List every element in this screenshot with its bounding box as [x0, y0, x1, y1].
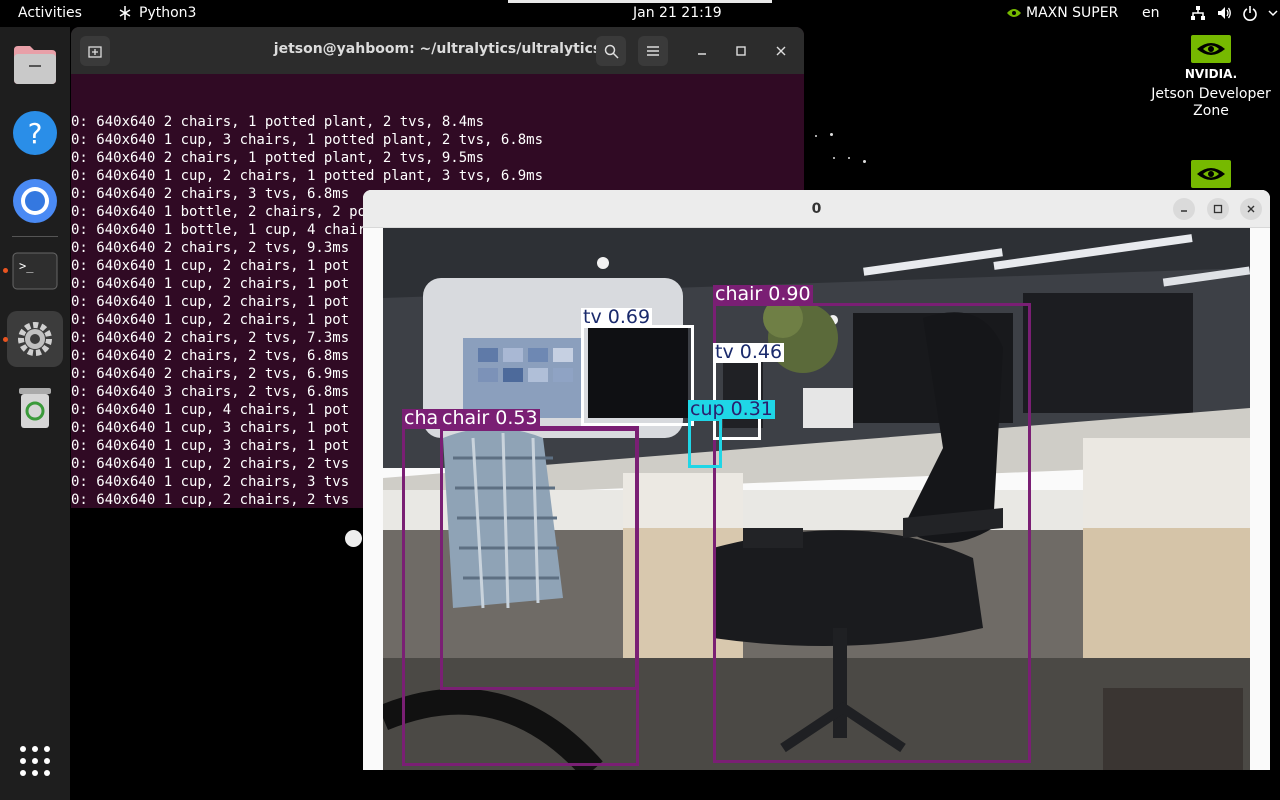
terminal-line: 0: 640x640 2 chairs, 1 potted plant, 2 t…	[71, 114, 485, 130]
detection-label: cup 0.31	[688, 398, 775, 420]
desktop-star	[863, 160, 866, 163]
detection-label: tv 0.69	[581, 306, 653, 328]
detection-label: tv 0.46	[713, 341, 785, 363]
dock: ? >_	[0, 27, 70, 800]
language-indicator[interactable]: en	[1142, 5, 1160, 21]
top-bar: Activities Python3 Jan 21 21:19 MAXN SUP…	[0, 0, 1280, 27]
power-mode-indicator[interactable]: MAXN SUPER	[1006, 5, 1118, 21]
app-name: Python3	[139, 5, 197, 21]
maximize-icon	[1213, 204, 1223, 214]
search-icon	[604, 44, 619, 59]
desktop-icon-label[interactable]: Jetson Developer Zone	[1145, 86, 1277, 120]
dock-terminal[interactable]: >_	[7, 243, 63, 299]
desktop-star	[815, 135, 817, 137]
minimize-icon	[1181, 210, 1187, 212]
minimize-icon	[698, 53, 706, 55]
minimize-button[interactable]	[1173, 198, 1195, 220]
maximize-icon	[736, 46, 746, 56]
dock-help[interactable]: ?	[7, 105, 63, 161]
viewer-title: 0	[811, 201, 822, 217]
camera-frame: chair 0.90 tv 0.69 tv 0.46 cup 0.31 chai…	[383, 228, 1250, 770]
desktop-star	[830, 133, 833, 136]
nvidia-icon	[1007, 9, 1021, 17]
gear-icon	[18, 322, 52, 356]
network-icon	[1191, 6, 1205, 20]
clock[interactable]: Jan 21 21:19	[633, 5, 722, 21]
dock-separator	[12, 236, 58, 237]
nvidia-logo-icon[interactable]	[1185, 160, 1237, 190]
close-button[interactable]	[766, 36, 796, 66]
apps-grid-icon	[20, 746, 50, 776]
chromium-icon	[13, 179, 57, 223]
detection-box-cup	[688, 418, 722, 468]
running-indicator	[3, 268, 8, 273]
system-tray[interactable]	[1190, 5, 1278, 21]
chevron-down-icon	[1268, 10, 1278, 17]
detection-box-chair	[402, 426, 639, 766]
maximize-button[interactable]	[1207, 198, 1229, 220]
power-icon	[1243, 6, 1257, 21]
dock-trash[interactable]	[7, 379, 63, 435]
svg-text:>_: >_	[19, 259, 34, 273]
nvidia-logo-icon[interactable]: NVIDIA.	[1185, 35, 1237, 81]
workspace-indicator	[508, 0, 772, 3]
terminal-line: 0: 640x640 1 cup, 3 chairs, 1 potted pla…	[71, 132, 544, 148]
search-button[interactable]	[596, 36, 626, 66]
svg-text:?: ?	[28, 117, 43, 150]
show-apps-button[interactable]	[7, 733, 63, 789]
viewer-titlebar[interactable]: 0	[363, 190, 1270, 228]
detection-label: chair 0.90	[713, 283, 813, 305]
hamburger-icon	[647, 46, 659, 56]
terminal-line: 0: 640x640 1 cup, 2 chairs, 1 potted pla…	[71, 168, 544, 184]
detection-box-tv	[581, 325, 694, 426]
activities-button[interactable]: Activities	[18, 5, 82, 21]
close-button[interactable]	[1240, 198, 1262, 220]
dock-settings[interactable]	[7, 311, 63, 367]
power-mode-label: MAXN SUPER	[1026, 5, 1119, 21]
dock-files[interactable]	[7, 37, 63, 93]
volume-icon	[1218, 7, 1231, 19]
detection-label: cha	[402, 407, 441, 429]
help-icon: ?	[13, 111, 57, 155]
desktop-star	[833, 157, 835, 159]
terminal-line: 0: 640x640 2 chairs, 1 potted plant, 2 t…	[71, 150, 485, 166]
maximize-button[interactable]	[726, 36, 756, 66]
svg-text:NVIDIA.: NVIDIA.	[1185, 67, 1237, 81]
image-viewer-window[interactable]: 0 chair 0.90 tv 0.69 tv 0.46 cup 0.31 ch…	[363, 190, 1270, 770]
desktop-dot	[345, 530, 362, 547]
minimize-button[interactable]	[687, 36, 717, 66]
terminal-titlebar[interactable]: jetson@yahboom: ~/ultralytics/ultralytic…	[71, 27, 804, 74]
terminal-icon: >_	[12, 252, 58, 290]
dock-chromium[interactable]	[7, 173, 63, 229]
desktop-star	[848, 157, 850, 159]
python-app-icon	[119, 6, 131, 20]
close-icon	[776, 46, 786, 56]
app-menu[interactable]: Python3	[117, 5, 196, 21]
running-indicator	[3, 337, 8, 342]
folder-icon	[14, 46, 56, 84]
trash-icon	[19, 388, 51, 428]
menu-button[interactable]	[638, 36, 668, 66]
close-icon	[1247, 205, 1255, 213]
